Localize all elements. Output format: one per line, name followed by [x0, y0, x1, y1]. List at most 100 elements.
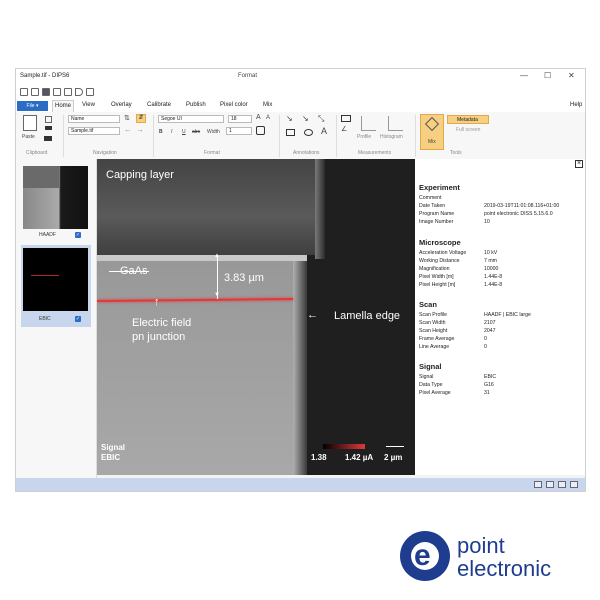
- clipboard-icon[interactable]: [23, 115, 37, 131]
- meta-value: HAADF | EBIC large: [484, 312, 531, 318]
- context-tab-format[interactable]: Format: [238, 73, 257, 79]
- copy-icon[interactable]: [45, 116, 52, 123]
- metadata-button[interactable]: Metadata: [447, 115, 489, 124]
- back-arrow-icon[interactable]: ←: [124, 125, 132, 134]
- copy-icon[interactable]: [64, 88, 72, 96]
- tab-mix[interactable]: Mix: [263, 102, 272, 108]
- sort-az-icon[interactable]: ⇅: [124, 114, 130, 122]
- meta-key: Line Average: [419, 344, 450, 350]
- file-select[interactable]: Sample.tif: [68, 127, 120, 135]
- signal-label: Signal: [101, 443, 126, 452]
- single-view-icon[interactable]: [558, 481, 566, 488]
- forward-arrow-icon[interactable]: →: [136, 125, 144, 134]
- line-tool-icon[interactable]: ↘: [286, 114, 293, 123]
- shrink-font-icon[interactable]: A: [266, 115, 270, 121]
- thumbnail-checkbox[interactable]: ✓: [75, 232, 81, 238]
- open-folder-icon[interactable]: [20, 88, 28, 96]
- italic-button[interactable]: I: [171, 129, 172, 135]
- grid-view-icon[interactable]: [534, 481, 542, 488]
- bold-button[interactable]: B: [159, 129, 163, 135]
- meta-value: point electronic DISS 5.15.6.0: [484, 211, 553, 217]
- text-tool-icon[interactable]: A: [321, 126, 327, 136]
- meta-key: Date Taken: [419, 203, 446, 209]
- divider: [153, 115, 154, 157]
- thumbnail-image-ebic: [23, 248, 88, 311]
- strikethrough-button[interactable]: abc: [192, 129, 200, 135]
- speaker-icon[interactable]: [75, 88, 83, 96]
- ribbon-tabs: File ▾ Home View Overlay Calibrate Publi…: [16, 100, 585, 112]
- meta-key: Program Name: [419, 211, 455, 217]
- lamella-edge-region: [293, 255, 307, 475]
- capping-region: [23, 166, 59, 188]
- divider: [336, 115, 337, 157]
- help-link[interactable]: Help: [570, 102, 582, 108]
- meta-key: Pixel Average: [419, 390, 451, 396]
- close-panel-icon[interactable]: ×: [575, 160, 583, 168]
- gaas-underline: [109, 271, 149, 272]
- scalebar-label: 2 µm: [384, 453, 403, 462]
- histogram-icon[interactable]: [388, 116, 403, 131]
- meta-value: 0: [484, 344, 487, 350]
- tab-home[interactable]: Home: [52, 100, 74, 112]
- sort-field-select[interactable]: Name: [68, 115, 120, 123]
- save-icon[interactable]: [42, 88, 50, 96]
- rectangle-tool-icon[interactable]: [286, 129, 295, 136]
- width-select[interactable]: 1: [226, 127, 252, 135]
- image-viewport[interactable]: Capping layer GaAs ▲ ▼ 3.83 µm ↑ Electri…: [97, 159, 415, 475]
- color-picker-icon[interactable]: [256, 126, 265, 135]
- font-size-select[interactable]: 18: [228, 115, 252, 123]
- tab-pixel-color[interactable]: Pixel color: [220, 102, 248, 108]
- colorbar-min: 1.38: [311, 453, 327, 462]
- minimize-icon[interactable]: —: [520, 71, 528, 80]
- fullscreen-button[interactable]: Full screen: [456, 127, 480, 133]
- maximize-icon[interactable]: ☐: [544, 71, 551, 80]
- font-select[interactable]: Segoe UI: [158, 115, 224, 123]
- heading-scan: Scan: [419, 300, 437, 309]
- paste-button[interactable]: Paste: [22, 134, 35, 140]
- sort-za-icon[interactable]: ⇵: [136, 114, 146, 123]
- thumbnail-haadf[interactable]: HAADF ✓: [21, 163, 91, 243]
- divider: [279, 115, 280, 157]
- profile-button[interactable]: Profile: [357, 134, 371, 140]
- file-menu-button[interactable]: File ▾: [17, 101, 48, 111]
- profile-icon[interactable]: [361, 116, 376, 131]
- arrow-tool-icon[interactable]: ↘: [302, 114, 309, 123]
- tab-publish[interactable]: Publish: [186, 102, 206, 108]
- histogram-button[interactable]: Histogram: [380, 134, 403, 140]
- meta-value: EBIC: [484, 374, 497, 380]
- cut-icon[interactable]: [44, 136, 52, 141]
- mix-button[interactable]: Mix: [420, 114, 444, 150]
- thumbnail-checkbox[interactable]: ✓: [75, 316, 81, 322]
- meta-key: Frame Average: [419, 336, 455, 342]
- export-icon[interactable]: [86, 88, 94, 96]
- underline-button[interactable]: U: [182, 129, 186, 135]
- document-icon[interactable]: [53, 88, 61, 96]
- format-painter-icon[interactable]: [45, 126, 52, 130]
- measure-area-icon[interactable]: [341, 115, 351, 122]
- meta-key: Pixel Width [m]: [419, 274, 454, 280]
- tab-view[interactable]: View: [82, 102, 95, 108]
- meta-value: 31: [484, 390, 490, 396]
- tab-overlay[interactable]: Overlay: [111, 102, 132, 108]
- label-electric-field: Electric field: [132, 317, 192, 329]
- double-arrow-tool-icon[interactable]: ⤡: [318, 114, 324, 124]
- close-window-icon[interactable]: ✕: [568, 71, 575, 80]
- tab-calibrate[interactable]: Calibrate: [147, 102, 171, 108]
- meta-value: 10 kV: [484, 250, 498, 256]
- ellipse-tool-icon[interactable]: [304, 129, 313, 136]
- measure-angle-icon[interactable]: ∠: [341, 125, 347, 133]
- fit-view-icon[interactable]: [570, 481, 578, 488]
- meta-value: 7 mm: [484, 258, 497, 264]
- tile-view-icon[interactable]: [546, 481, 554, 488]
- grow-font-icon[interactable]: A: [256, 114, 261, 121]
- metadata-panel: × Experiment Comment Date Taken 2019-03-…: [415, 159, 585, 475]
- group-label-navigation: Navigation: [93, 150, 117, 156]
- folder-icon[interactable]: [31, 88, 39, 96]
- logo-text-line2: electronic: [457, 556, 552, 581]
- thumbnail-ebic[interactable]: EBIC ✓: [21, 245, 91, 327]
- colorbar-max: 1.42 µA: [345, 453, 374, 462]
- ribbon: Paste Clipboard Name Sample.tif ⇅ ⇵ ← → …: [16, 112, 585, 160]
- arrow-left-icon: ←: [307, 309, 318, 321]
- meta-value: G16: [484, 382, 494, 388]
- logo-icon: e: [400, 531, 450, 581]
